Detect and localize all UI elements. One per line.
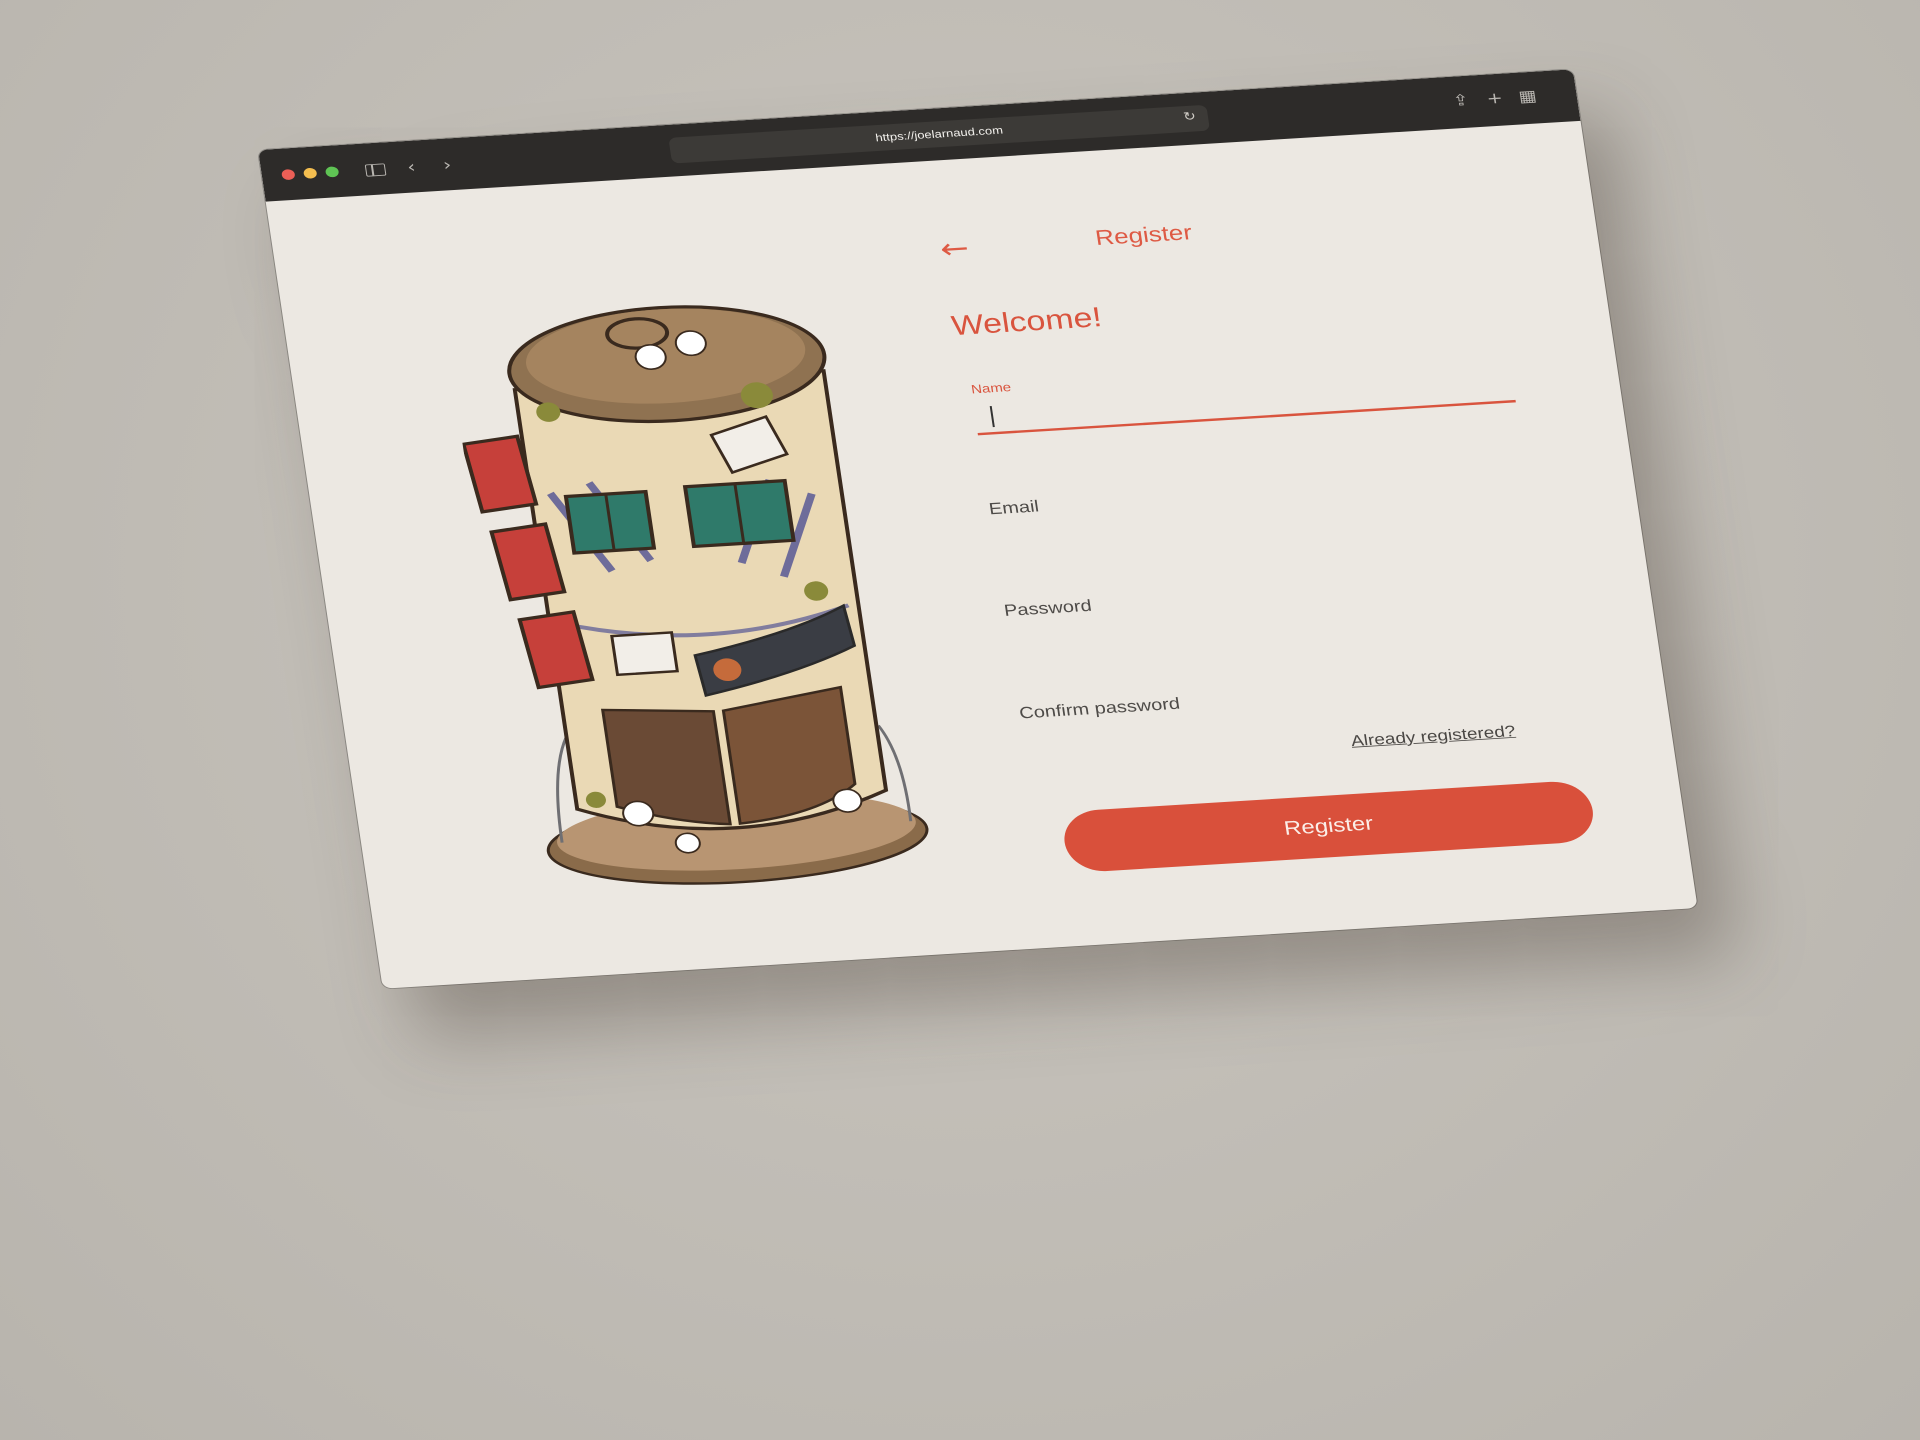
name-field-label: Name — [970, 380, 1013, 397]
browser-window: ‹ › https://joelarnaud.com ↻ ⇪ + ▦ ← Reg… — [258, 69, 1698, 989]
page-title: Register — [1093, 219, 1194, 250]
chevron-right-icon[interactable]: › — [435, 153, 458, 177]
chevron-left-icon[interactable]: ‹ — [400, 155, 423, 179]
desktop-background: ‹ › https://joelarnaud.com ↻ ⇪ + ▦ ← Reg… — [0, 0, 1920, 1440]
plus-icon[interactable]: + — [1485, 89, 1503, 108]
name-input[interactable] — [973, 370, 1520, 432]
register-button[interactable]: Register — [1060, 779, 1598, 874]
can-building-illustration — [460, 305, 929, 885]
email-field[interactable]: Email — [978, 467, 1544, 558]
share-icon[interactable]: ⇪ — [1452, 91, 1470, 110]
arrow-left-icon[interactable]: ← — [938, 232, 971, 266]
close-window-button[interactable] — [281, 168, 296, 181]
password-field-label: Password — [1002, 596, 1093, 621]
confirm-password-field[interactable]: Confirm password — [1008, 671, 1574, 762]
minimize-window-button[interactable] — [302, 167, 318, 179]
password-field[interactable]: Password — [993, 569, 1559, 660]
confirm-password-field-label: Confirm password — [1018, 694, 1182, 723]
page-content: ← Register Welcome! Name Email Password … — [266, 121, 1698, 989]
maximize-window-button[interactable] — [324, 166, 340, 178]
grid-icon[interactable]: ▦ — [1517, 87, 1538, 106]
name-field[interactable]: Name — [960, 349, 1526, 440]
welcome-heading: Welcome! — [949, 301, 1104, 342]
sidebar-toggle-icon[interactable] — [364, 163, 387, 177]
email-field-label: Email — [987, 497, 1041, 519]
reload-icon[interactable]: ↻ — [1182, 109, 1197, 124]
